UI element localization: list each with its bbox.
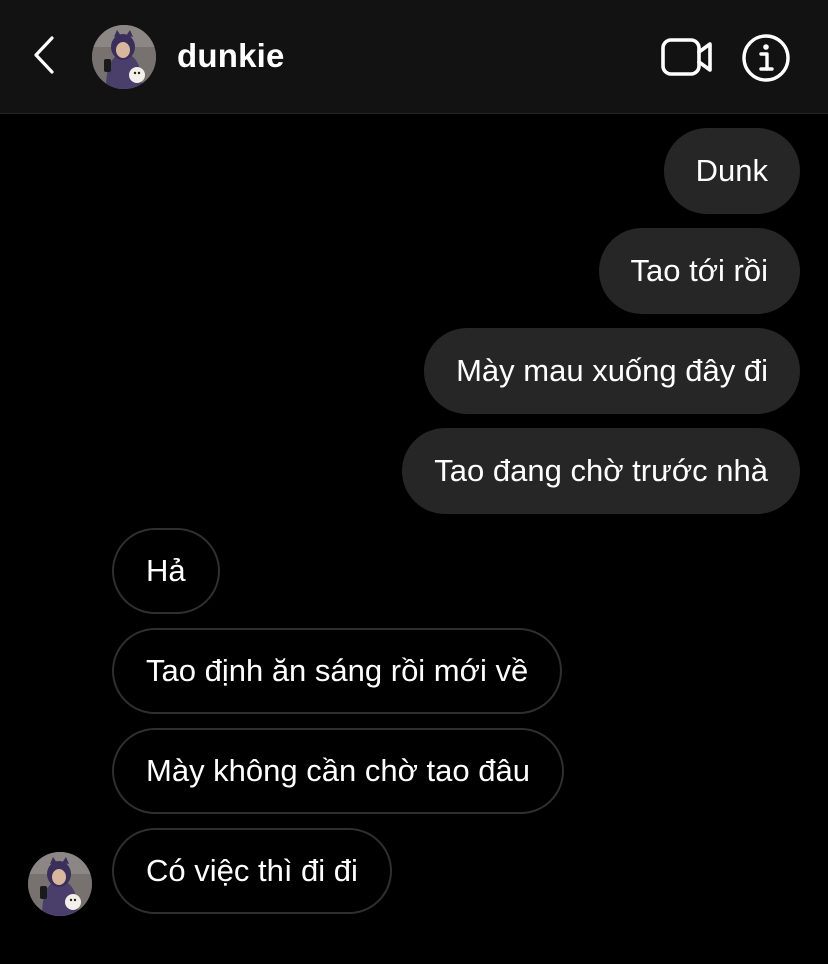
- info-icon: [740, 34, 792, 88]
- sent-message-bubble[interactable]: Mày mau xuống đây đi: [424, 328, 800, 414]
- info-button[interactable]: [740, 32, 792, 84]
- video-camera-icon: [658, 38, 716, 84]
- message-thread: Dunk Tao tới rồi Mày mau xuống đây đi Ta…: [0, 114, 828, 964]
- sent-message-bubble[interactable]: Tao đang chờ trước nhà: [402, 428, 800, 514]
- back-button[interactable]: [24, 32, 64, 82]
- received-message-bubble[interactable]: Tao định ăn sáng rồi mới về: [112, 628, 563, 714]
- received-message-bubble[interactable]: Mày không cần chờ tao đâu: [112, 728, 564, 814]
- avatar[interactable]: [92, 25, 156, 89]
- sent-message-bubble[interactable]: Dunk: [663, 128, 800, 214]
- received-message-bubble[interactable]: Hả: [112, 528, 220, 614]
- video-call-button[interactable]: [658, 34, 716, 80]
- chat-header: dunkie: [0, 0, 828, 114]
- received-message-bubble[interactable]: Có việc thì đi đi: [112, 828, 392, 914]
- chat-username[interactable]: dunkie: [177, 34, 285, 78]
- chevron-left-icon: [32, 35, 56, 80]
- sender-avatar[interactable]: [28, 852, 92, 916]
- sent-message-bubble[interactable]: Tao tới rồi: [598, 228, 800, 314]
